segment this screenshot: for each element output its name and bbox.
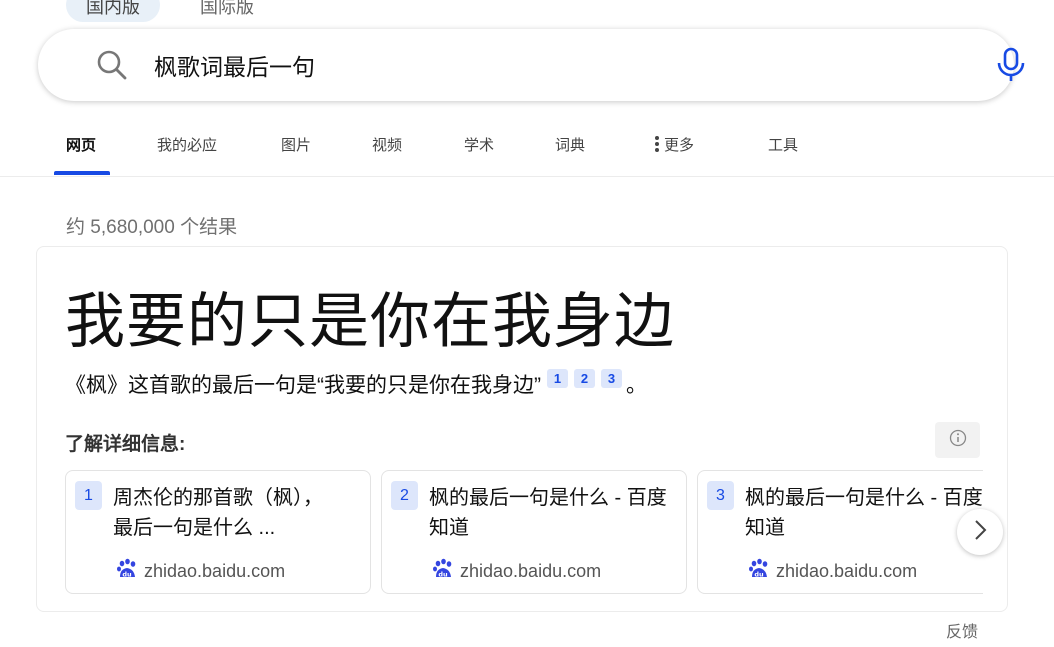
baidu-paw-icon: du bbox=[432, 558, 460, 585]
result-count: 约 5,680,000 个结果 bbox=[66, 217, 238, 238]
source-site-text: zhidao.baidu.com bbox=[460, 561, 602, 581]
info-icon bbox=[949, 429, 967, 452]
tab-videos[interactable]: 视频 bbox=[372, 134, 402, 155]
citation-badge[interactable]: 3 bbox=[600, 368, 622, 388]
search-input[interactable] bbox=[154, 47, 954, 83]
tab-more[interactable]: 更多 bbox=[654, 134, 694, 157]
tab-dictionary[interactable]: 词典 bbox=[555, 134, 585, 155]
tab-my-bing[interactable]: 我的必应 bbox=[157, 134, 217, 155]
info-button[interactable] bbox=[935, 422, 980, 458]
svg-text:du: du bbox=[754, 571, 764, 579]
answer-sentence: 《枫》这首歌的最后一句是“我要的只是你在我身边” 1 2 3 。 bbox=[65, 368, 647, 399]
source-site-text: zhidao.baidu.com bbox=[144, 561, 286, 581]
source-carousel: 1 周杰伦的那首歌（枫）， 最后一句是什么 ... du zhidao.baid… bbox=[65, 470, 983, 596]
answer-sentence-text: 《枫》这首歌的最后一句是“我要的只是你在我身边” bbox=[65, 374, 541, 397]
search-box bbox=[38, 29, 1025, 101]
region-tab-domestic[interactable]: 国内版 bbox=[66, 0, 160, 22]
answer-card: 我要的只是你在我身边 《枫》这首歌的最后一句是“我要的只是你在我身边” 1 2 … bbox=[36, 246, 1008, 612]
source-site-text: zhidao.baidu.com bbox=[776, 561, 918, 581]
more-vertical-icon bbox=[654, 135, 660, 157]
tab-web[interactable]: 网页 bbox=[66, 134, 96, 155]
source-title[interactable]: 周杰伦的那首歌（枫）， 最后一句是什么 ... bbox=[113, 483, 373, 543]
carousel-next-button[interactable] bbox=[957, 509, 1003, 555]
microphone-icon[interactable] bbox=[994, 46, 1028, 84]
source-number: 2 bbox=[391, 481, 418, 510]
tab-academic[interactable]: 学术 bbox=[464, 134, 494, 155]
learn-more-label: 了解详细信息: bbox=[65, 434, 186, 455]
citation-badge[interactable]: 2 bbox=[573, 368, 595, 388]
search-icon[interactable] bbox=[96, 49, 128, 81]
citation-badge[interactable]: 1 bbox=[546, 368, 568, 388]
region-tabs: 国内版 国际版 bbox=[66, 0, 274, 22]
source-card[interactable]: 2 枫的最后一句是什么 - 百度 知道 du zhidao.baidu.com bbox=[381, 470, 687, 594]
svg-text:du: du bbox=[438, 571, 448, 579]
tab-more-label: 更多 bbox=[664, 137, 695, 154]
tab-tools[interactable]: 工具 bbox=[768, 134, 798, 155]
region-tab-international[interactable]: 国际版 bbox=[180, 0, 274, 22]
answer-sentence-end: 。 bbox=[625, 374, 647, 397]
source-number: 3 bbox=[707, 481, 734, 510]
source-site: du zhidao.baidu.com bbox=[748, 558, 917, 585]
svg-text:du: du bbox=[122, 571, 132, 579]
baidu-paw-icon: du bbox=[116, 558, 144, 585]
source-card[interactable]: 1 周杰伦的那首歌（枫）， 最后一句是什么 ... du zhidao.baid… bbox=[65, 470, 371, 594]
tab-images[interactable]: 图片 bbox=[281, 134, 311, 155]
feedback-link[interactable]: 反馈 bbox=[946, 618, 978, 642]
answer-headline: 我要的只是你在我身边 bbox=[65, 288, 675, 355]
chevron-right-icon bbox=[972, 519, 988, 546]
source-title[interactable]: 枫的最后一句是什么 - 百度 知道 bbox=[745, 483, 983, 543]
active-tab-indicator bbox=[54, 171, 110, 175]
baidu-paw-icon: du bbox=[748, 558, 776, 585]
source-title[interactable]: 枫的最后一句是什么 - 百度 知道 bbox=[429, 483, 689, 543]
source-site: du zhidao.baidu.com bbox=[432, 558, 601, 585]
source-site: du zhidao.baidu.com bbox=[116, 558, 285, 585]
source-card[interactable]: 3 枫的最后一句是什么 - 百度 知道 du zhidao.baidu.com bbox=[697, 470, 983, 594]
source-number: 1 bbox=[75, 481, 102, 510]
vertical-nav: 网页 我的必应 图片 视频 学术 词典 更多 工具 bbox=[0, 124, 1054, 177]
